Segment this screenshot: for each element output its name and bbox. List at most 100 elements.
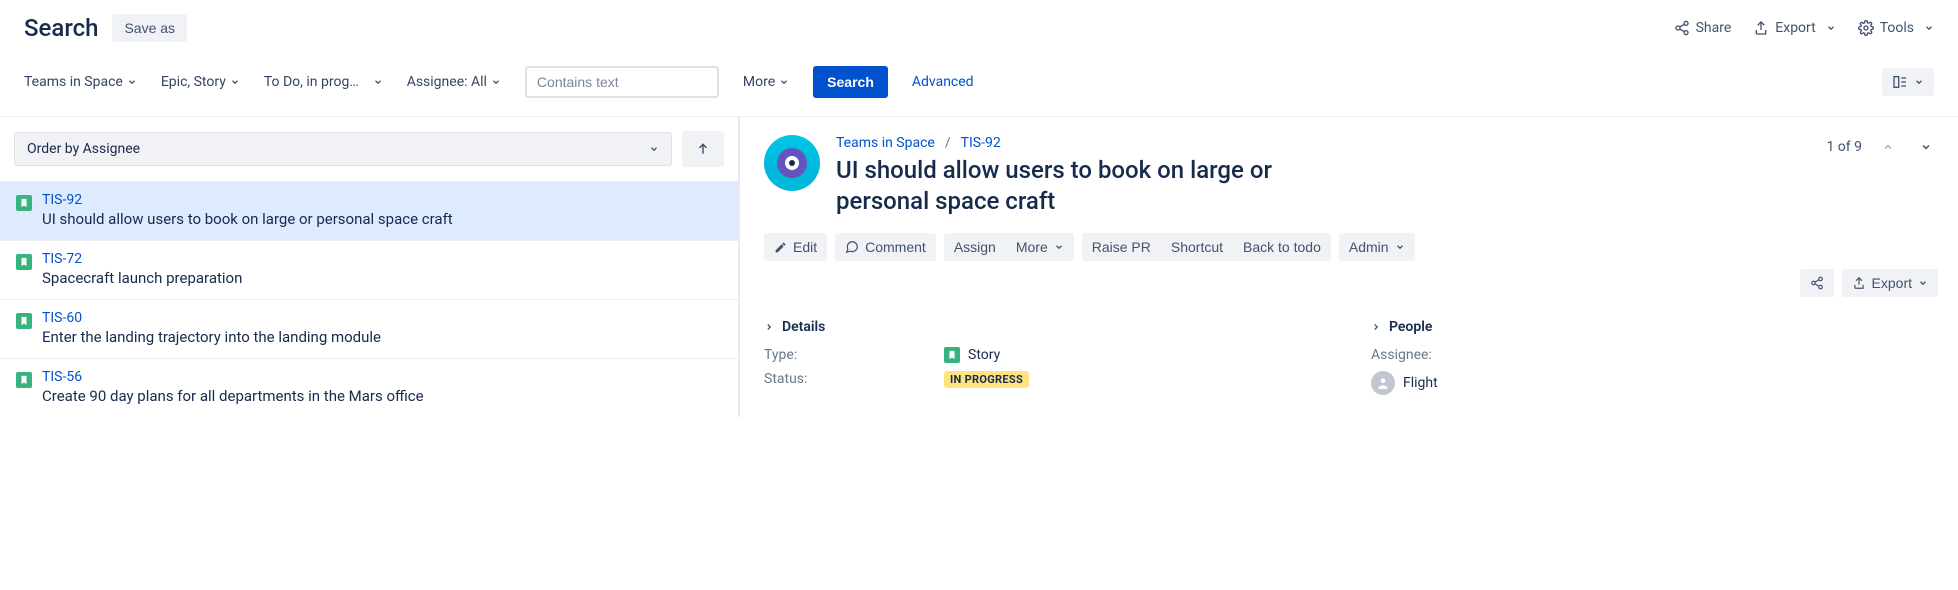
filter-assignee[interactable]: Assignee: All bbox=[407, 74, 501, 90]
issue-key: TIS-56 bbox=[42, 369, 424, 385]
people-panel: People Assignee: Flight bbox=[1371, 319, 1938, 403]
chevron-down-icon bbox=[1395, 242, 1405, 252]
chevron-down-icon bbox=[230, 77, 240, 87]
issue-list-item[interactable]: TIS-56 Create 90 day plans for all depart… bbox=[0, 358, 738, 417]
chevron-down-icon bbox=[491, 77, 501, 87]
export-issue-button[interactable]: Export bbox=[1842, 269, 1938, 297]
chevron-right-icon[interactable] bbox=[764, 322, 774, 332]
issue-summary: UI should allow users to book on large o… bbox=[42, 210, 453, 228]
share-icon bbox=[1810, 276, 1824, 290]
issue-count: 1 of 9 bbox=[1826, 139, 1862, 155]
chevron-down-icon bbox=[127, 77, 137, 87]
chevron-down-icon bbox=[373, 77, 383, 87]
user-avatar bbox=[1371, 371, 1395, 395]
filter-project[interactable]: Teams in Space bbox=[24, 74, 137, 90]
issue-detail-pane: Teams in Space / TIS-92 UI should allow … bbox=[740, 117, 1958, 417]
issue-key: TIS-72 bbox=[42, 251, 242, 267]
export-label: Export bbox=[1775, 20, 1815, 36]
chevron-down-icon bbox=[1924, 23, 1934, 33]
raise-pr-button[interactable]: Raise PR bbox=[1082, 233, 1161, 261]
project-avatar bbox=[764, 135, 820, 191]
order-by-label: Order by Assignee bbox=[27, 141, 140, 157]
chevron-down-icon bbox=[1918, 278, 1928, 288]
edit-button[interactable]: Edit bbox=[764, 233, 827, 261]
comment-label: Comment bbox=[865, 239, 926, 255]
issue-title: UI should allow users to book on large o… bbox=[836, 155, 1356, 217]
details-panel: Details Type: Story Status: IN PROGRESS bbox=[764, 319, 1331, 403]
page-title: Search bbox=[24, 14, 98, 42]
more-actions-button[interactable]: More bbox=[1006, 233, 1074, 261]
tools-button[interactable]: Tools bbox=[1858, 20, 1934, 36]
tools-label: Tools bbox=[1880, 20, 1914, 36]
type-value: Story bbox=[968, 347, 1000, 363]
issue-list-item[interactable]: TIS-72 Spacecraft launch preparation bbox=[0, 240, 738, 299]
assignee-label: Assignee: bbox=[1371, 347, 1551, 363]
back-to-todo-button[interactable]: Back to todo bbox=[1233, 233, 1331, 261]
pencil-icon bbox=[774, 241, 787, 254]
shortcut-button[interactable]: Shortcut bbox=[1161, 233, 1233, 261]
next-issue-button[interactable] bbox=[1914, 135, 1938, 159]
story-icon bbox=[944, 347, 960, 363]
story-icon bbox=[16, 195, 32, 211]
assign-button[interactable]: Assign bbox=[944, 233, 1006, 261]
more-label: More bbox=[1016, 239, 1048, 255]
comment-icon bbox=[845, 240, 859, 254]
detail-view-icon bbox=[1892, 74, 1908, 90]
issue-summary: Spacecraft launch preparation bbox=[42, 269, 242, 287]
chevron-down-icon bbox=[1826, 23, 1836, 33]
filter-type-label: Epic, Story bbox=[161, 74, 226, 90]
advanced-link[interactable]: Advanced bbox=[912, 74, 974, 90]
story-icon bbox=[16, 372, 32, 388]
admin-label: Admin bbox=[1349, 239, 1389, 255]
share-label: Share bbox=[1696, 20, 1732, 36]
status-label: Status: bbox=[764, 371, 944, 388]
breadcrumb: Teams in Space / TIS-92 bbox=[836, 135, 1356, 151]
story-icon bbox=[16, 313, 32, 329]
chevron-down-icon bbox=[1914, 77, 1924, 87]
share-issue-button[interactable] bbox=[1800, 269, 1834, 297]
comment-button[interactable]: Comment bbox=[835, 233, 936, 261]
breadcrumb-key[interactable]: TIS-92 bbox=[961, 135, 1001, 151]
export-button[interactable]: Export bbox=[1753, 20, 1835, 36]
arrow-up-icon bbox=[696, 142, 710, 156]
export-icon bbox=[1753, 20, 1769, 36]
search-button[interactable]: Search bbox=[813, 66, 888, 98]
edit-label: Edit bbox=[793, 239, 817, 255]
chevron-right-icon[interactable] bbox=[1371, 322, 1381, 332]
people-title: People bbox=[1389, 319, 1432, 335]
issue-summary: Create 90 day plans for all departments … bbox=[42, 387, 424, 405]
filter-status-label: To Do, in prog… bbox=[264, 74, 359, 90]
breadcrumb-project[interactable]: Teams in Space bbox=[836, 135, 935, 151]
issue-key: TIS-92 bbox=[42, 192, 453, 208]
export-label: Export bbox=[1872, 275, 1912, 291]
filter-type[interactable]: Epic, Story bbox=[161, 74, 240, 90]
assignee-value: Flight bbox=[1403, 375, 1438, 391]
issue-list-pane: Order by Assignee TIS-92 UI should allow … bbox=[0, 117, 740, 417]
admin-button[interactable]: Admin bbox=[1339, 233, 1415, 261]
export-icon bbox=[1852, 276, 1866, 290]
prev-issue-button[interactable] bbox=[1876, 135, 1900, 159]
details-title: Details bbox=[782, 319, 825, 335]
issue-list-item[interactable]: TIS-60 Enter the landing trajectory into … bbox=[0, 299, 738, 358]
filter-status[interactable]: To Do, in prog… bbox=[264, 74, 383, 90]
chevron-down-icon bbox=[649, 144, 659, 154]
order-by-select[interactable]: Order by Assignee bbox=[14, 132, 672, 166]
chevron-down-icon bbox=[1054, 242, 1064, 252]
sort-direction-button[interactable] bbox=[682, 131, 724, 167]
issue-list-item[interactable]: TIS-92 UI should allow users to book on l… bbox=[0, 181, 738, 240]
gear-icon bbox=[1858, 20, 1874, 36]
search-text-input[interactable] bbox=[525, 66, 719, 98]
filter-assignee-label: Assignee: All bbox=[407, 74, 487, 90]
share-button[interactable]: Share bbox=[1674, 20, 1732, 36]
status-badge: IN PROGRESS bbox=[944, 371, 1029, 388]
story-icon bbox=[16, 254, 32, 270]
view-toggle-button[interactable] bbox=[1882, 68, 1934, 96]
share-icon bbox=[1674, 20, 1690, 36]
breadcrumb-separator: / bbox=[945, 135, 951, 151]
filter-more[interactable]: More bbox=[743, 74, 789, 90]
save-as-button[interactable]: Save as bbox=[112, 14, 187, 42]
chevron-down-icon bbox=[779, 77, 789, 87]
issue-summary: Enter the landing trajectory into the la… bbox=[42, 328, 381, 346]
issue-key: TIS-60 bbox=[42, 310, 381, 326]
type-label: Type: bbox=[764, 347, 944, 363]
